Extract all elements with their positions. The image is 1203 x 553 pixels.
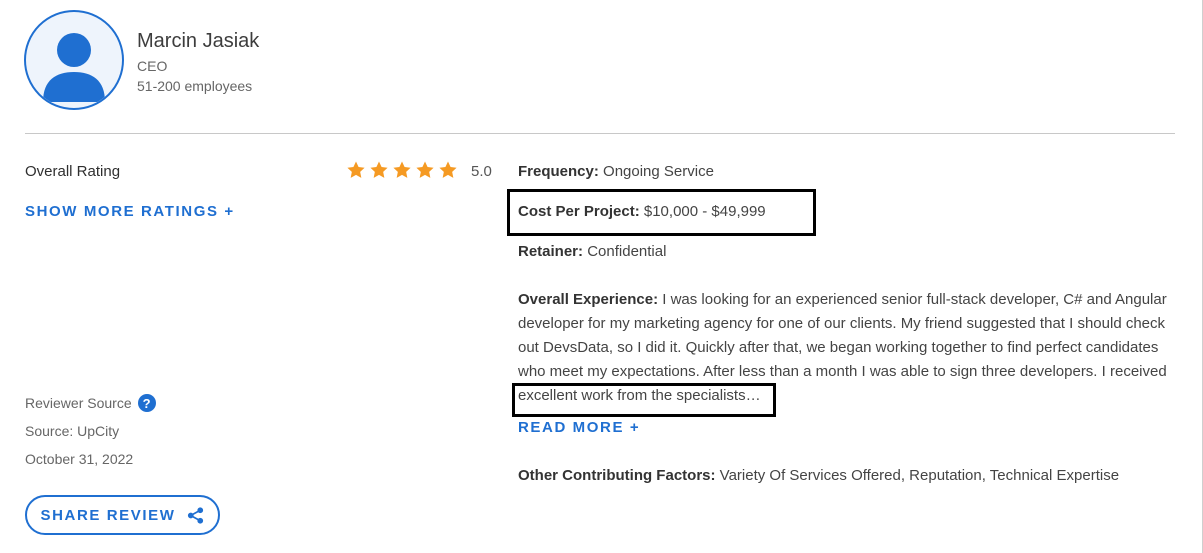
star-icon <box>370 161 388 178</box>
user-silhouette-icon <box>43 33 105 102</box>
frequency-label: Frequency: <box>518 163 599 180</box>
frequency-value: Ongoing Service <box>603 163 714 180</box>
star-icon <box>347 161 365 178</box>
avatar <box>24 10 124 110</box>
reviewer-title: CEO <box>137 58 168 74</box>
retainer-label: Retainer: <box>518 243 584 260</box>
overall-rating-label: Overall Rating <box>25 163 121 180</box>
retainer-value: Confidential <box>587 243 667 260</box>
factors-value: Variety Of Services Offered, Reputation,… <box>719 467 1120 484</box>
section-divider <box>25 133 1175 134</box>
help-icon[interactable]: ? <box>137 394 156 412</box>
company-size: 51-200 employees <box>137 78 253 94</box>
star-icon <box>439 161 457 178</box>
share-review-label: SHARE REVIEW <box>40 506 176 524</box>
rating-stars <box>346 160 458 180</box>
share-icon <box>187 506 203 524</box>
star-icon <box>416 161 434 178</box>
source-text: Source: UpCity <box>25 423 120 439</box>
annotation-box-sign <box>512 383 776 417</box>
reviewer-source: Reviewer Source ? <box>25 394 156 412</box>
reviewer-name: Marcin Jasiak <box>137 30 260 52</box>
review-date: October 31, 2022 <box>25 451 134 467</box>
reviewer-source-label: Reviewer Source <box>25 395 132 411</box>
show-more-ratings-button[interactable]: SHOW MORE RATINGS + <box>25 203 235 220</box>
annotation-box-cost <box>507 189 816 236</box>
star-icon <box>393 161 411 178</box>
contributing-factors: Other Contributing Factors: Variety Of S… <box>518 467 1119 484</box>
retainer-detail: Retainer: Confidential <box>518 243 666 260</box>
share-review-button[interactable]: SHARE REVIEW <box>25 495 220 535</box>
experience-label: Overall Experience: <box>518 291 659 308</box>
factors-label: Other Contributing Factors: <box>518 467 716 484</box>
read-more-button[interactable]: READ MORE + <box>518 419 640 436</box>
rating-score: 5.0 <box>471 163 492 180</box>
frequency-detail: Frequency: Ongoing Service <box>518 163 714 180</box>
